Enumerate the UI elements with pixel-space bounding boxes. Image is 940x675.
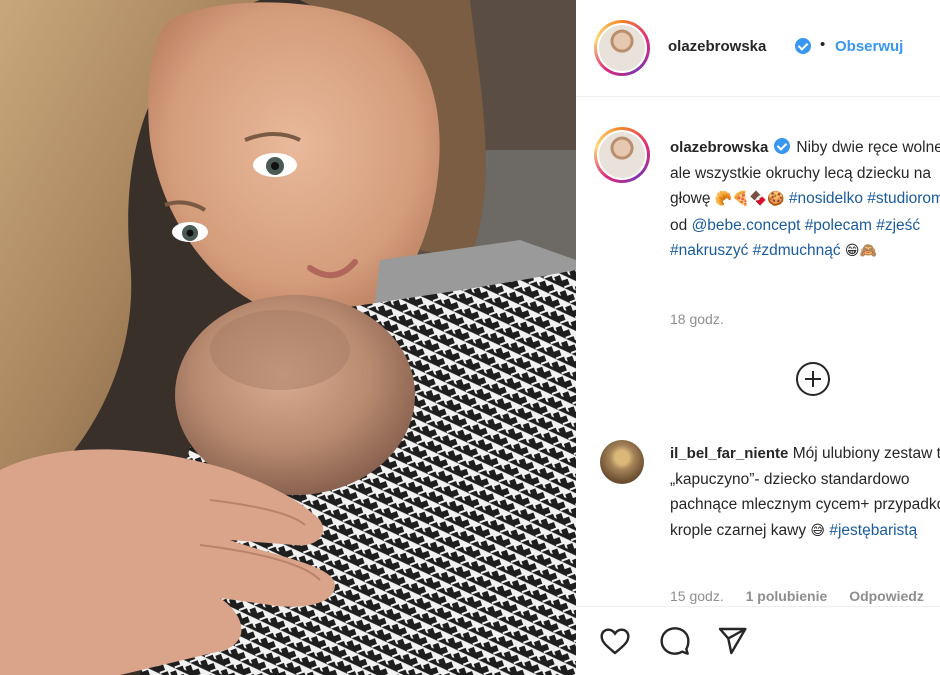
comment-reply-button[interactable]: Odpowiedz [849, 588, 924, 604]
post-sidebar: olazebrowska • Obserwuj olazebrowska Niby… [576, 0, 940, 675]
commenter-avatar[interactable] [600, 440, 644, 484]
post-photo[interactable] [0, 0, 576, 675]
paper-plane-icon[interactable] [716, 625, 748, 657]
post-header: olazebrowska • Obserwuj [576, 0, 940, 97]
comment: il_bel_far_niente Mój ulubiony zestaw to… [670, 441, 940, 544]
comment-meta: 15 godz. 1 polubienie Odpowiedz [670, 588, 940, 604]
caption-text-from: od [670, 216, 688, 234]
action-bar [576, 606, 940, 675]
verified-badge-icon [795, 38, 811, 54]
commenter-username[interactable]: il_bel_far_niente [670, 445, 788, 462]
caption-emojis: 🥐🍕🍫🍪 [714, 191, 785, 207]
separator-dot: • [820, 36, 826, 53]
heart-icon[interactable] [598, 625, 632, 657]
comment-likes[interactable]: 1 polubienie [746, 588, 828, 604]
follow-button[interactable]: Obserwuj [835, 38, 903, 55]
caption-timestamp[interactable]: 18 godz. [670, 311, 724, 327]
caption-author-avatar[interactable] [594, 127, 650, 183]
photo-illustration [0, 0, 576, 675]
caption-emojis-2: 😁🙈 [844, 243, 877, 259]
caption-mention[interactable]: @bebe.concept [692, 217, 801, 234]
verified-badge-icon [774, 138, 791, 154]
comment-timestamp[interactable]: 15 godz. [670, 588, 724, 604]
caption-author-username[interactable]: olazebrowska [670, 139, 768, 156]
comment-emoji: 😅 [810, 522, 826, 539]
plus-circle-icon[interactable] [796, 362, 830, 396]
comment-hashtag[interactable]: #jestębaristą [829, 522, 917, 539]
author-avatar[interactable] [594, 20, 650, 76]
author-username[interactable]: olazebrowska [668, 38, 766, 55]
caption-hashtags[interactable]: #nosidelko #studioromeo [789, 190, 940, 207]
post-caption: olazebrowska Niby dwie ręce wolne, ale ws… [670, 135, 940, 265]
comment-icon[interactable] [658, 625, 692, 657]
